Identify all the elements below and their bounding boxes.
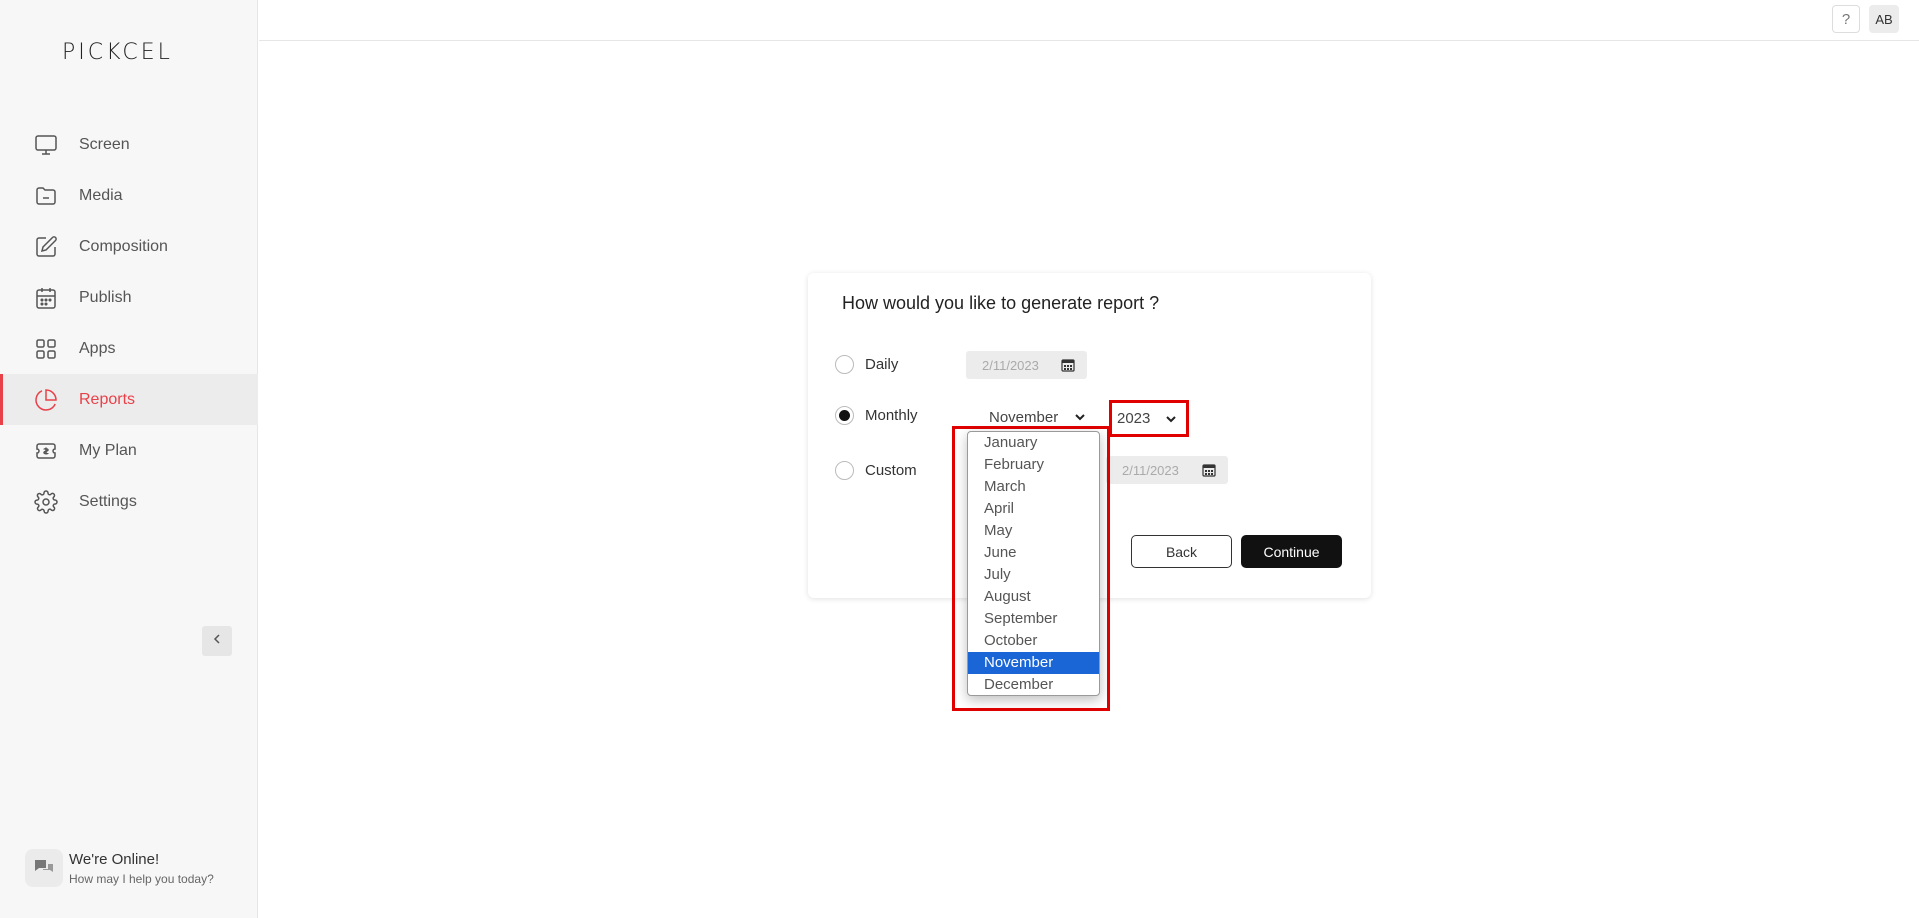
month-option-july[interactable]: July: [968, 564, 1099, 586]
sidebar-item-reports[interactable]: Reports: [0, 374, 258, 425]
month-option-march[interactable]: March: [968, 476, 1099, 498]
monthly-option: Monthly: [835, 406, 918, 425]
sidebar-item-settings[interactable]: Settings: [0, 476, 258, 527]
continue-button[interactable]: Continue: [1241, 535, 1342, 568]
custom-date-field[interactable]: 2/11/2023: [1106, 456, 1228, 484]
month-option-september[interactable]: September: [968, 608, 1099, 630]
chat-title: We're Online!: [69, 850, 160, 868]
sidebar-item-label: My Plan: [79, 441, 137, 459]
sidebar-item-my-plan[interactable]: My Plan: [0, 425, 258, 476]
chat-text: We're Online! How may I help you today?: [69, 851, 214, 886]
custom-label: Custom: [865, 462, 917, 479]
sidebar-item-publish[interactable]: Publish: [0, 272, 258, 323]
chat-widget[interactable]: We're Online! How may I help you today?: [25, 849, 214, 887]
custom-date-value: 2/11/2023: [1122, 462, 1179, 478]
daily-date-value: 2/11/2023: [982, 357, 1039, 373]
month-option-october[interactable]: October: [968, 630, 1099, 652]
month-option-august[interactable]: August: [968, 586, 1099, 608]
chevron-down-icon: [1073, 410, 1087, 428]
sidebar-item-apps[interactable]: Apps: [0, 323, 258, 374]
sidebar-item-label: Media: [79, 186, 123, 204]
month-option-november[interactable]: November: [968, 652, 1099, 674]
ticket-icon: [33, 438, 59, 464]
year-select-value: 2023: [1117, 410, 1151, 427]
month-select-value: November: [989, 408, 1059, 426]
month-option-january[interactable]: January: [968, 432, 1099, 454]
chat-bubble-icon: [25, 849, 63, 887]
chevron-left-icon: [211, 632, 223, 650]
daily-label: Daily: [865, 356, 899, 373]
back-button[interactable]: Back: [1131, 535, 1232, 568]
sidebar-collapse-button[interactable]: [202, 626, 232, 656]
sidebar-item-label: Publish: [79, 288, 132, 306]
month-option-june[interactable]: June: [968, 542, 1099, 564]
calendar-icon: [1202, 463, 1216, 480]
daily-option: Daily: [835, 355, 898, 374]
user-avatar[interactable]: AB: [1869, 5, 1899, 33]
sidebar-nav: Screen Media Composition Publish Apps Re…: [0, 119, 258, 527]
month-option-april[interactable]: April: [968, 498, 1099, 520]
daily-date-field[interactable]: 2/11/2023: [966, 351, 1087, 379]
monthly-radio[interactable]: [835, 406, 854, 425]
month-option-may[interactable]: May: [968, 520, 1099, 542]
custom-option: Custom: [835, 461, 917, 480]
sidebar-item-label: Reports: [79, 390, 136, 408]
pie-chart-icon: [33, 387, 59, 413]
monthly-label: Monthly: [865, 407, 918, 424]
top-bar: [259, 0, 1919, 41]
folder-icon: [33, 183, 59, 209]
year-select[interactable]: 2023: [1109, 400, 1189, 437]
sidebar-item-composition[interactable]: Composition: [0, 221, 258, 272]
month-dropdown-list: January February March April May June Ju…: [967, 431, 1100, 696]
sidebar-item-label: Screen: [79, 135, 130, 153]
sidebar-item-label: Composition: [79, 237, 168, 255]
month-options: January February March April May June Ju…: [968, 432, 1099, 695]
chat-subtitle: How may I help you today?: [69, 871, 214, 886]
sidebar-item-label: Settings: [79, 492, 137, 510]
help-button[interactable]: ?: [1832, 5, 1860, 33]
month-option-december[interactable]: December: [968, 674, 1099, 695]
calendar-icon: [33, 285, 59, 311]
month-select[interactable]: November: [981, 404, 1093, 430]
dialog-title: How would you like to generate report ?: [842, 293, 1160, 313]
grid-icon: [33, 336, 59, 362]
calendar-icon: [1061, 358, 1075, 375]
chevron-down-icon: [1164, 412, 1178, 430]
edit-icon: [33, 234, 59, 260]
sidebar-item-media[interactable]: Media: [0, 170, 258, 221]
daily-radio[interactable]: [835, 355, 854, 374]
gear-icon: [33, 489, 59, 515]
month-option-february[interactable]: February: [968, 454, 1099, 476]
sidebar: PICKCEL Screen Media Composition Publish: [0, 0, 258, 918]
sidebar-item-label: Apps: [79, 339, 116, 357]
monitor-icon: [33, 132, 59, 158]
app-logo: PICKCEL: [62, 40, 173, 65]
custom-radio[interactable]: [835, 461, 854, 480]
sidebar-item-screen[interactable]: Screen: [0, 119, 258, 170]
